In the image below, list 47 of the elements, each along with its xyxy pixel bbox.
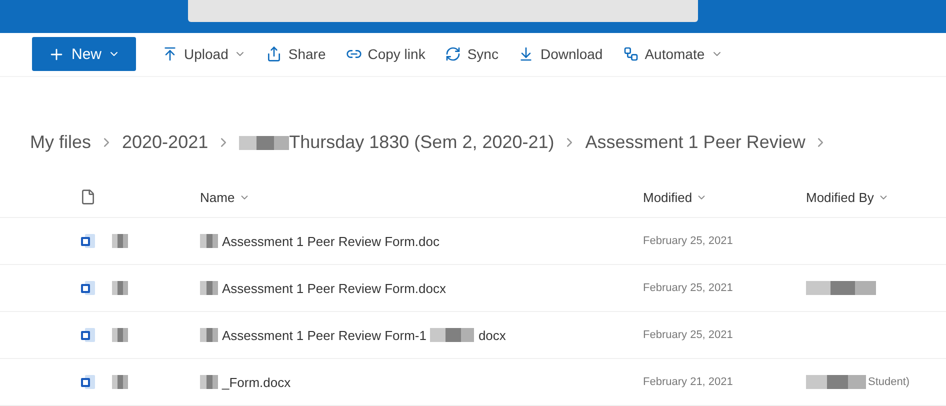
breadcrumb-item[interactable]: My files — [30, 132, 92, 154]
file-name[interactable]: _Form.docx — [222, 374, 291, 390]
redaction-mark — [200, 328, 218, 342]
word-document-icon — [80, 280, 96, 296]
word-document-icon — [80, 233, 96, 249]
sync-icon — [445, 46, 462, 62]
modified-by: Student) — [868, 376, 910, 388]
upload-button[interactable]: Upload — [162, 46, 246, 62]
table-row[interactable]: _Form.docx February 21, 2021 Student) — [0, 359, 946, 406]
file-name[interactable]: Assessment 1 Peer Review Form-1 — [222, 328, 426, 342]
file-name[interactable]: Assessment 1 Peer Review Form.doc — [222, 234, 440, 248]
link-button[interactable]: Copy link — [346, 46, 426, 62]
upload-icon — [162, 46, 178, 62]
modified-date: February 21, 2021 — [643, 376, 734, 388]
modified-date: February 25, 2021 — [643, 329, 734, 341]
redaction-mark — [112, 234, 128, 248]
sync-button[interactable]: Sync — [445, 46, 498, 62]
automate-button[interactable]: Automate — [622, 46, 723, 62]
breadcrumb-item[interactable]: Thursday 1830 (Sem 2, 2020-21) — [289, 132, 554, 154]
file-name[interactable]: docx — [478, 328, 506, 342]
download-button[interactable]: Download — [518, 46, 603, 62]
table-row[interactable]: Assessment 1 Peer Review Form-1 docx February 25, 2021 — [0, 312, 946, 359]
redaction-mark — [112, 328, 128, 342]
column-header[interactable]: Name — [200, 190, 643, 204]
file-icon — [80, 189, 96, 205]
redaction-mark — [112, 375, 128, 389]
column-header[interactable]: Modified — [643, 190, 806, 204]
table-row[interactable]: Assessment 1 Peer Review Form.docx February 25, 2021 — [0, 265, 946, 312]
redaction-mark — [430, 328, 474, 342]
redaction-mark — [200, 375, 218, 389]
table-row[interactable]: Assessment 1 Peer Review Form.doc February 25, 2021 — [0, 218, 946, 265]
share-icon — [266, 46, 282, 62]
word-document-icon — [80, 374, 96, 390]
modified-date: February 25, 2021 — [643, 282, 734, 294]
share-button[interactable]: Share — [266, 46, 326, 62]
new-button[interactable]: New — [32, 37, 136, 72]
redaction-mark — [112, 281, 128, 295]
column-header[interactable]: Modified By — [806, 190, 946, 204]
redaction-mark — [200, 281, 218, 295]
modified-date: February 25, 2021 — [643, 235, 734, 247]
breadcrumb-item[interactable]: Assessment 1 Peer Review — [585, 132, 806, 154]
file-name[interactable]: Assessment 1 Peer Review Form.docx — [222, 280, 446, 296]
redaction-mark — [200, 234, 218, 248]
word-document-icon — [80, 327, 96, 343]
breadcrumb-item[interactable]: 2020-2021 — [122, 132, 208, 154]
flow-icon — [622, 46, 639, 62]
search-field[interactable] — [188, 0, 698, 22]
